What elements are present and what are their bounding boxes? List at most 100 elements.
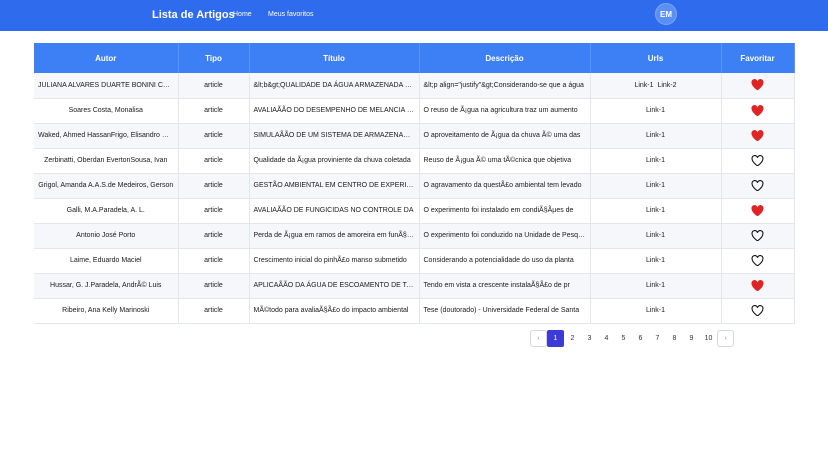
heart-filled-icon[interactable] [751, 279, 764, 292]
heart-filled-icon[interactable] [751, 79, 764, 91]
header-urls: Urls [590, 43, 722, 73]
cell-urls: Link-1 [590, 198, 722, 224]
articles-table: Autor Tipo Título Descrição Urls Favorit… [34, 43, 795, 324]
pagination: ‹ 1 2 3 4 5 6 7 8 9 10 › [530, 330, 734, 347]
page-button[interactable]: 4 [598, 330, 615, 347]
brand-title[interactable]: Lista de Artigos [152, 9, 235, 21]
page-button[interactable]: 10 [700, 330, 717, 347]
page-button[interactable]: 6 [632, 330, 649, 347]
cell-favoritar [721, 173, 795, 199]
cell-favoritar [721, 273, 795, 299]
cell-favoritar [721, 248, 795, 274]
url-link[interactable]: Link-1 [646, 282, 665, 289]
cell-urls: Link-1 [590, 273, 722, 299]
cell-urls: Link-1 [590, 173, 722, 199]
url-link[interactable]: Link-1 [646, 257, 665, 264]
cell-tipo: article [178, 123, 250, 149]
page-button[interactable]: 3 [581, 330, 598, 347]
heart-outline-icon[interactable] [751, 254, 764, 267]
cell-tipo: article [178, 173, 250, 199]
cell-favoritar [721, 198, 795, 224]
cell-tipo: article [178, 248, 250, 274]
table-row: Laime, Eduardo Maciel article Crescimento … [34, 248, 795, 274]
cell-descricao: O experimento foi conduzido na Unidade d… [419, 223, 591, 249]
cell-urls: Link-1 [590, 123, 722, 149]
url-link[interactable]: Link-2 [657, 82, 676, 89]
page-button[interactable]: 1 [547, 330, 564, 347]
cell-urls: Link-1 [590, 223, 722, 249]
cell-urls: Link-1 [590, 298, 722, 324]
heart-outline-icon[interactable] [751, 229, 764, 242]
cell-titulo: Crescimento inicial do pinhÃ£o manso sub… [249, 248, 420, 274]
header-titulo: Título [249, 43, 420, 73]
page-button[interactable]: 7 [649, 330, 666, 347]
prev-page-button[interactable]: ‹ [530, 330, 547, 347]
cell-descricao: Tese (doutorado) - Universidade Federal … [419, 298, 591, 324]
cell-descricao: O agravamento da questÃ£o ambiental tem … [419, 173, 591, 199]
url-link[interactable]: Link-1 [646, 107, 665, 114]
cell-favoritar [721, 148, 795, 174]
cell-favoritar [721, 223, 795, 249]
cell-titulo: AVALIAÃÃO DE FUNGICIDAS NO CONTROLE DA [249, 198, 420, 224]
table-row: Hussar, G. J.Paradela, AndrÃ© Luis articl… [34, 273, 795, 299]
table-row: Antonio José Porto article Perda de Ã¡gua … [34, 223, 795, 249]
heart-filled-icon[interactable] [751, 129, 764, 142]
cell-tipo: article [178, 298, 250, 324]
cell-titulo: Qualidade da Ã¡gua proviniente da chuva … [249, 148, 420, 174]
cell-descricao: O experimento foi instalado em condiÃ§Ãµ… [419, 198, 591, 224]
url-link[interactable]: Link-1 [646, 207, 665, 214]
header-favoritar: Favoritar [721, 43, 795, 73]
nav-favorites-link[interactable]: Meus favoritos [268, 11, 314, 18]
cell-autor: Grigol, Amanda A.A.S.de Medeiros, Gerson [34, 173, 179, 199]
cell-favoritar [721, 298, 795, 324]
table-row: Soares Costa, Monalisa article AVALIAÃÃO D… [34, 98, 795, 124]
cell-urls: Link-1 Link-2 [590, 73, 722, 99]
header-tipo: Tipo [178, 43, 250, 73]
cell-favoritar [721, 123, 795, 149]
cell-descricao: O reuso de Ã¡gua na agricultura traz um … [419, 98, 591, 124]
page-button[interactable]: 5 [615, 330, 632, 347]
cell-titulo: AVALIAÃÃO DO DESEMPENHO DE MELANCIA E FE… [249, 98, 420, 124]
cell-descricao: Considerando a potencialidade do uso da … [419, 248, 591, 274]
url-link[interactable]: Link-1 [646, 157, 665, 164]
articles-table-container: Autor Tipo Título Descrição Urls Favorit… [34, 43, 795, 324]
cell-descricao: Tendo em vista a crescente instalaÃ§Ã£o … [419, 273, 591, 299]
cell-titulo: APLICAÃÃO DA ÁGUA DE ESCOAMENTO DE TANQU… [249, 273, 420, 299]
table-row: JULIANA ALVARES DUARTE BONINI CAMPOS arti… [34, 73, 795, 99]
heart-filled-icon[interactable] [751, 104, 764, 117]
table-row: Zerbinatti, Oberdan EvertonSousa, Ivan ar… [34, 148, 795, 174]
table-row: Grigol, Amanda A.A.S.de Medeiros, Gerson… [34, 173, 795, 199]
cell-descricao: Reuso de Ã¡gua Ã© uma tÃ©cnica que objet… [419, 148, 591, 174]
cell-titulo: MÃ©todo para avaliaÃ§Ã£o do impacto ambi… [249, 298, 420, 324]
heart-outline-icon[interactable] [751, 179, 764, 192]
url-link[interactable]: Link-1 [646, 132, 665, 139]
cell-urls: Link-1 [590, 248, 722, 274]
url-link[interactable]: Link-1 [634, 82, 653, 89]
cell-autor: Antonio José Porto [34, 223, 179, 249]
cell-titulo: SIMULAÃÃO DE UM SISTEMA DE ARMAZENAMENTO [249, 123, 420, 149]
cell-urls: Link-1 [590, 148, 722, 174]
cell-titulo: Perda de Ã¡gua em ramos de amoreira em f… [249, 223, 420, 249]
user-avatar[interactable]: EM [655, 3, 677, 25]
top-navbar: Lista de Artigos Home Meus favoritos EM [0, 0, 828, 31]
url-link[interactable]: Link-1 [646, 232, 665, 239]
heart-filled-icon[interactable] [751, 204, 764, 217]
nav-home-link[interactable]: Home [233, 11, 252, 18]
heart-outline-icon[interactable] [751, 154, 764, 167]
cell-favoritar [721, 98, 795, 124]
heart-outline-icon[interactable] [751, 304, 764, 317]
page-button[interactable]: 8 [666, 330, 683, 347]
cell-descricao: O aproveitamento de Ã¡gua da chuva Ã© um… [419, 123, 591, 149]
table-row: Waked, Ahmed HassanFrigo, Elisandro Pire… [34, 123, 795, 149]
table-row: Ribeiro, Ana Kelly Marinoski article MÃ©to… [34, 298, 795, 324]
page-button[interactable]: 9 [683, 330, 700, 347]
cell-tipo: article [178, 98, 250, 124]
next-page-button[interactable]: › [717, 330, 734, 347]
cell-tipo: article [178, 73, 250, 99]
header-descricao: Descrição [419, 43, 591, 73]
url-link[interactable]: Link-1 [646, 182, 665, 189]
header-autor: Autor [34, 43, 179, 73]
cell-tipo: article [178, 223, 250, 249]
page-button[interactable]: 2 [564, 330, 581, 347]
url-link[interactable]: Link-1 [646, 307, 665, 314]
